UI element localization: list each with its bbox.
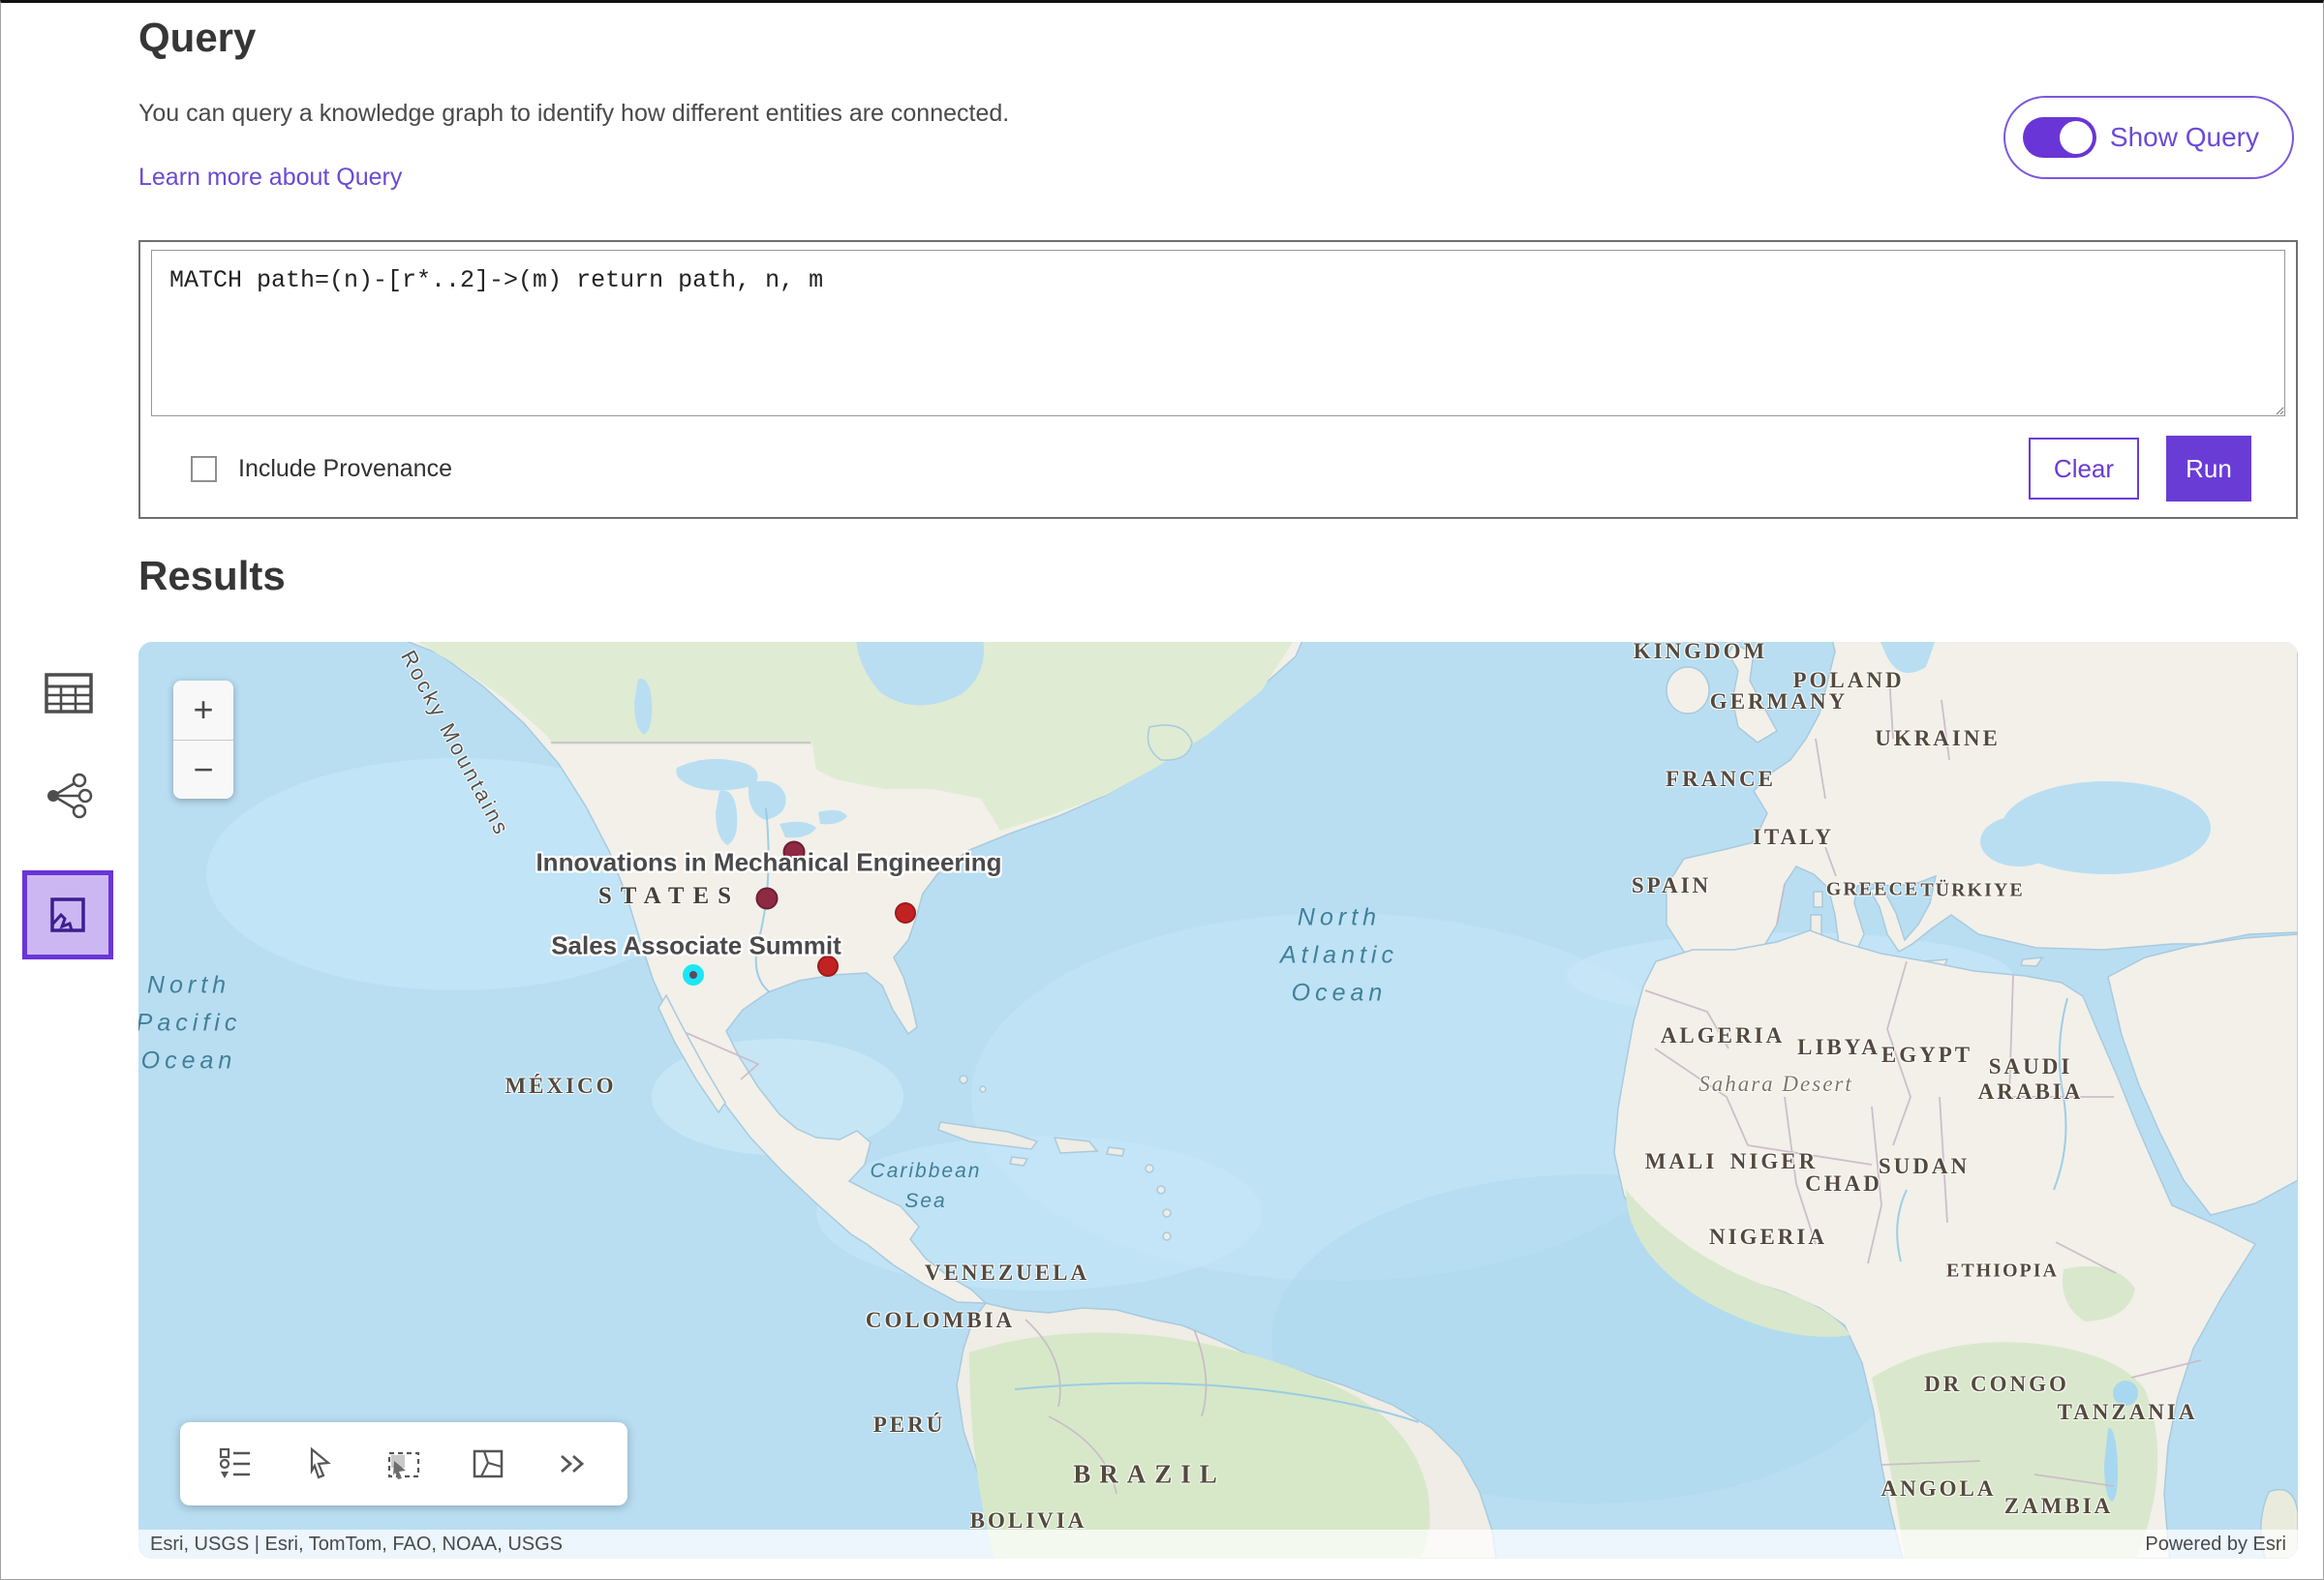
- more-tools-icon[interactable]: [554, 1445, 591, 1482]
- map-icon: [45, 892, 91, 938]
- pointer-select-icon[interactable]: [301, 1445, 338, 1482]
- map-label: Caribbean Sea: [871, 1156, 982, 1216]
- map-zoom-control: + −: [173, 681, 233, 799]
- map-label: North Pacific Ocean: [138, 967, 241, 1080]
- zoom-out-button[interactable]: −: [173, 741, 233, 800]
- map-label: STATES: [598, 883, 740, 910]
- tab-table-view[interactable]: [22, 671, 115, 715]
- page: { "header": { "title": "Query", "descrip…: [0, 0, 2324, 1580]
- map-label: DR CONGO: [1924, 1372, 2069, 1397]
- map-label: SUDAN: [1879, 1154, 1970, 1179]
- map-label: KINGDOM: [1634, 642, 1768, 664]
- run-button[interactable]: Run: [2166, 436, 2251, 501]
- map-label: GREECE: [1826, 879, 1919, 901]
- legend-list-icon[interactable]: [217, 1445, 254, 1482]
- powered-by-esri: Powered by Esri: [2145, 1534, 2286, 1556]
- map-label: GERMANY: [1710, 689, 1848, 714]
- map-label: UKRAINE: [1875, 726, 2001, 751]
- show-query-label: Show Query: [2110, 122, 2259, 153]
- map-label: SPAIN: [1632, 873, 1711, 898]
- map-label: ITALY: [1753, 825, 1834, 850]
- map-attribution: Esri, USGS | Esri, TomTom, FAO, NOAA, US…: [138, 1530, 2298, 1559]
- map-label: Rocky Mountains: [395, 647, 514, 841]
- query-controls: Include Provenance Clear Run: [140, 420, 2296, 517]
- event-label: Sales Associate Summit: [551, 931, 841, 961]
- map-label: TÜRKIYE: [1920, 880, 2024, 902]
- map-label: SAUDI ARABIA: [1978, 1054, 2084, 1105]
- map-label: PERÚ: [873, 1413, 946, 1438]
- query-input[interactable]: MATCH path=(n)-[r*..2]->(m) return path,…: [151, 250, 2285, 416]
- map-label: North Atlantic Ocean: [1280, 899, 1398, 1013]
- map-label: MALI: [1645, 1149, 1718, 1174]
- map-toolbar: [180, 1422, 627, 1505]
- map-label: COLOMBIA: [866, 1308, 1015, 1333]
- query-panel: MATCH path=(n)-[r*..2]->(m) return path,…: [138, 240, 2298, 519]
- map-label: CHAD: [1805, 1171, 1882, 1197]
- map-label: ANGOLA: [1881, 1476, 1997, 1502]
- rectangle-select-icon[interactable]: [384, 1445, 423, 1482]
- table-icon: [44, 671, 94, 715]
- map-label: TANZANIA: [2058, 1400, 2198, 1425]
- toggle-switch-icon[interactable]: [2023, 117, 2096, 158]
- results-title: Results: [138, 553, 286, 599]
- results-view-switcher: [22, 671, 115, 959]
- map-label: ZAMBIA: [2004, 1494, 2114, 1519]
- clear-button[interactable]: Clear: [2029, 438, 2139, 500]
- map-label: LIBYA: [1797, 1035, 1881, 1060]
- map-label: NIGERIA: [1709, 1225, 1827, 1250]
- attribution-sources: Esri, USGS | Esri, TomTom, FAO, NOAA, US…: [150, 1534, 563, 1556]
- map-view[interactable]: KINGDOMPOLANDGERMANYUKRAINEFRANCEITALYSP…: [138, 642, 2298, 1559]
- page-description: You can query a knowledge graph to ident…: [138, 100, 1009, 128]
- map-label: FRANCE: [1666, 767, 1776, 792]
- map-label: Sahara Desert: [1698, 1072, 1853, 1097]
- tab-map-view[interactable]: [22, 870, 113, 959]
- map-labels-layer: KINGDOMPOLANDGERMANYUKRAINEFRANCEITALYSP…: [138, 642, 2298, 1559]
- lasso-select-icon[interactable]: [470, 1445, 506, 1482]
- event-label: Innovations in Mechanical Engineering: [535, 848, 1001, 878]
- toggle-knob: [2060, 121, 2093, 154]
- map-label: ETHIOPIA: [1946, 1261, 2059, 1283]
- map-label: BRAZIL: [1073, 1460, 1226, 1490]
- learn-more-link[interactable]: Learn more about Query: [138, 164, 402, 192]
- show-query-toggle[interactable]: Show Query: [2003, 96, 2294, 179]
- map-label: MÉXICO: [505, 1074, 616, 1099]
- include-provenance-label: Include Provenance: [238, 455, 452, 483]
- include-provenance-checkbox[interactable]: [191, 456, 217, 482]
- map-label: ALGERIA: [1661, 1023, 1785, 1048]
- map-label: VENEZUELA: [925, 1261, 1089, 1286]
- zoom-in-button[interactable]: +: [173, 681, 233, 740]
- map-label: EGYPT: [1881, 1043, 1972, 1068]
- tab-link-chart-view[interactable]: [22, 772, 115, 820]
- page-title: Query: [138, 15, 256, 61]
- link-chart-icon: [45, 772, 93, 820]
